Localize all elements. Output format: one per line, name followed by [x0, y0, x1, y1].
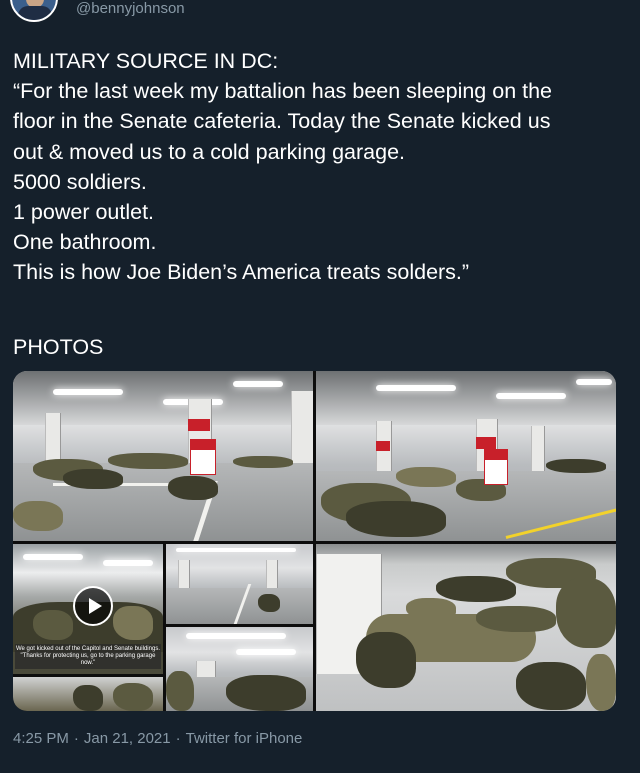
soldier-group [226, 675, 306, 711]
tweet-text: MILITARY SOURCE IN DC: “For the last wee… [13, 46, 623, 288]
ceiling-light [236, 649, 296, 655]
separator: · [73, 730, 79, 747]
avatar[interactable] [10, 0, 58, 22]
play-icon[interactable] [73, 586, 113, 626]
soldier-gear [556, 578, 616, 648]
ceiling-light [103, 560, 153, 566]
soldier-gear [168, 476, 218, 500]
tweet-date[interactable]: Jan 21, 2021 [84, 730, 171, 747]
media-grid: We got kicked out of the Capitol and Sen… [13, 371, 616, 711]
ceiling-light [576, 379, 612, 385]
tweet-header: @bennyjohnson [0, 0, 640, 32]
user-handle[interactable]: @bennyjohnson [76, 0, 185, 17]
photo-garage-3[interactable] [166, 544, 313, 624]
soldier-group [73, 685, 103, 711]
tweet-line: One bathroom. [13, 230, 157, 255]
photo-soldiers-strip[interactable] [13, 677, 163, 711]
ceiling-light [53, 389, 123, 395]
soldier-gear [396, 467, 456, 487]
garage-sign [190, 439, 216, 475]
soldier-group [33, 610, 73, 640]
ceiling-light [376, 385, 456, 391]
tweet-source[interactable]: Twitter for iPhone [186, 730, 303, 747]
video-tile[interactable]: We got kicked out of the Capitol and Sen… [13, 544, 163, 674]
soldier-backpack [516, 662, 586, 710]
soldier-group [113, 683, 153, 711]
photos-label: PHOTOS [13, 335, 104, 359]
photo-garage-4[interactable] [166, 627, 313, 711]
tweet-line: floor in the Senate cafeteria. Today the… [13, 109, 551, 134]
ceiling-light [496, 393, 566, 399]
soldier-gear [586, 654, 616, 711]
photo-sleeping-soldiers[interactable] [316, 544, 616, 711]
pillar-red-band [188, 419, 210, 431]
ceiling-light [233, 381, 283, 387]
soldier-group [113, 606, 153, 640]
soldier-gear [436, 576, 516, 602]
tweet-line: MILITARY SOURCE IN DC: [13, 49, 279, 73]
tweet-line: “For the last week my battalion has been… [13, 79, 553, 104]
photo-garage-2[interactable] [316, 371, 616, 541]
soldier-gear [63, 469, 123, 489]
tweet-footer: 4:25 PM · Jan 21, 2021 · Twitter for iPhone [13, 730, 302, 747]
ceiling-light [23, 554, 83, 560]
tweet-line: This is how Joe Biden’s America treats s… [13, 260, 470, 285]
soldier-gear [258, 594, 280, 612]
tweet-time[interactable]: 4:25 PM [13, 730, 69, 747]
photo-garage-1[interactable] [13, 371, 313, 541]
soldier-backpack [356, 632, 416, 688]
avatar-body [18, 6, 52, 20]
sleeping-soldier [476, 606, 556, 632]
soldier-gear [108, 453, 188, 469]
pillar-red-band [476, 437, 496, 449]
garage-pillar [531, 426, 545, 476]
tweet-line: out & moved us to a cold parking garage. [13, 139, 406, 164]
ceiling-light [176, 548, 296, 552]
soldier-gear [546, 459, 606, 473]
tweet-line: 5000 soldiers. [13, 169, 147, 194]
video-caption: We got kicked out of the Capitol and Sen… [15, 644, 161, 669]
ceiling-light [186, 633, 286, 639]
soldier-group [166, 671, 194, 711]
soldier-gear [346, 501, 446, 537]
tweet-line: 1 power outlet. [13, 200, 155, 225]
soldier-gear [233, 456, 293, 468]
garage-ceiling [316, 371, 616, 426]
separator: · [175, 730, 181, 747]
pillar-red-band [376, 441, 390, 451]
garage-sign [484, 449, 508, 485]
soldier-gear [13, 501, 63, 531]
